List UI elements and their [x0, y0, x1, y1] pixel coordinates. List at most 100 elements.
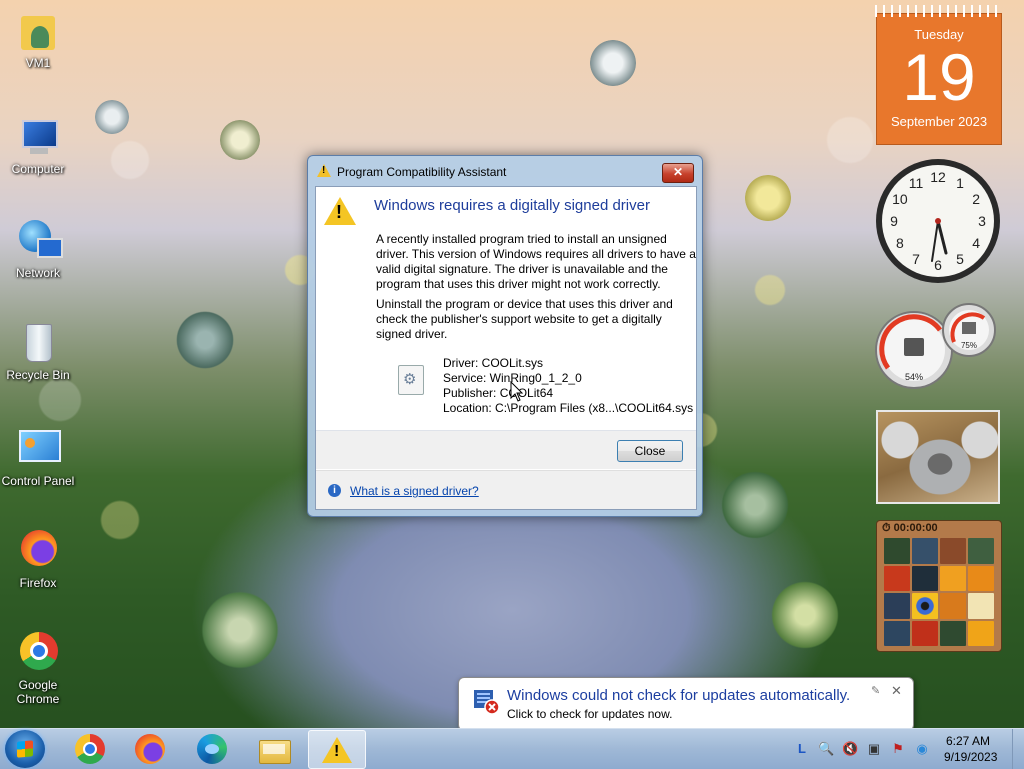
action-center-error-icon[interactable]: ⚑	[890, 741, 906, 757]
puzzle-tile[interactable]	[912, 538, 938, 564]
puzzle-tile[interactable]	[884, 565, 910, 591]
puzzle-tile[interactable]	[968, 620, 994, 646]
desktop-icon-network[interactable]: Network	[0, 218, 76, 280]
clock-numeral: 8	[896, 235, 904, 251]
picture-puzzle-gadget[interactable]: ⏱ 00:00:00	[876, 520, 1002, 652]
tray-app-icon[interactable]: ◉	[914, 741, 930, 757]
desktop-icon-control-panel[interactable]: Control Panel	[0, 426, 76, 488]
taskbar-button-explorer[interactable]	[246, 730, 302, 767]
driver-location: Location: C:\Program Files (x8...\COOLit…	[443, 401, 694, 415]
close-button[interactable]: Close	[617, 440, 683, 462]
wallpaper-flower	[745, 175, 791, 221]
update-notification[interactable]: Windows could not check for updates auto…	[458, 677, 914, 743]
puzzle-tile[interactable]	[940, 565, 966, 591]
warning-icon: !	[322, 735, 352, 765]
taskbar: ! L 🔍 🔇 ▣ ⚑ ◉ 6:27 AM 9/19/2023	[0, 728, 1024, 769]
cpu-meter-gadget[interactable]: 54% 75%	[874, 300, 1000, 392]
mouse-cursor-icon	[510, 381, 524, 402]
calendar-page: Tuesday 19 September 2023	[876, 13, 1002, 145]
dialog-close-x-button[interactable]: ✕	[662, 163, 694, 183]
windows-update-error-icon	[474, 690, 500, 715]
puzzle-tile[interactable]	[912, 620, 938, 646]
taskbar-time[interactable]: 6:27 AM	[946, 734, 990, 748]
user-folder-icon	[15, 8, 61, 54]
puzzle-tile[interactable]	[968, 565, 994, 591]
computer-icon	[15, 114, 61, 160]
compatibility-dialog: Program Compatibility Assistant ✕ Window…	[307, 155, 703, 517]
clock-numeral: 1	[956, 175, 964, 191]
memory-usage-value: 75%	[961, 341, 977, 350]
tray-search-icon[interactable]: 🔍	[818, 741, 834, 757]
tray-l-app-icon[interactable]: L	[794, 741, 810, 757]
clock-numeral: 6	[934, 257, 942, 273]
puzzle-tile[interactable]	[968, 593, 994, 619]
calendar-rings	[875, 5, 1001, 17]
puzzle-tile[interactable]	[968, 538, 994, 564]
driver-name: Driver: COOLit.sys	[443, 356, 544, 370]
desktop-icon-google-chrome[interactable]: Google Chrome	[0, 630, 76, 706]
puzzle-tile[interactable]	[884, 620, 910, 646]
network-icon	[15, 218, 63, 264]
desktop-icon-vm1[interactable]: VM1	[0, 8, 76, 70]
desktop-icon-label: Firefox	[19, 576, 57, 590]
folder-icon	[259, 734, 291, 764]
firefox-icon	[15, 528, 61, 574]
dialog-titlebar[interactable]: Program Compatibility Assistant ✕	[308, 156, 702, 186]
taskbar-button-firefox[interactable]	[122, 730, 178, 767]
calendar-month-year: September 2023	[890, 114, 988, 129]
clock-numeral: 10	[892, 191, 908, 207]
desktop-icon-label: VM1	[25, 56, 51, 70]
chrome-icon	[15, 630, 61, 676]
clock-numeral: 7	[912, 251, 920, 267]
warning-icon	[317, 164, 331, 177]
desktop-icon-firefox[interactable]: Firefox	[0, 528, 76, 590]
desktop-icon-recycle-bin[interactable]: Recycle Bin	[0, 320, 76, 382]
driver-file-icon	[398, 365, 424, 395]
taskbar-date[interactable]: 9/19/2023	[944, 750, 997, 764]
show-desktop-button[interactable]	[1012, 729, 1024, 769]
puzzle-tile[interactable]	[940, 620, 966, 646]
chrome-icon	[75, 734, 105, 764]
clock-numeral: 4	[972, 235, 980, 251]
start-button[interactable]	[5, 730, 45, 768]
edge-icon	[197, 734, 227, 764]
signed-driver-help-link[interactable]: What is a signed driver?	[350, 484, 479, 498]
slideshow-gadget[interactable]	[876, 410, 1000, 504]
puzzle-tile[interactable]	[912, 565, 938, 591]
puzzle-tile[interactable]	[884, 538, 910, 564]
clock-gadget[interactable]: 12 12 3 45678 9 1011	[874, 157, 1002, 285]
notification-close-icon[interactable]: ✕	[891, 683, 902, 699]
control-panel-icon	[15, 426, 61, 472]
network-tray-icon[interactable]: ▣	[866, 741, 882, 757]
taskbar-button-compatibility-assistant[interactable]: !	[308, 730, 366, 769]
cpu-usage-value: 54%	[905, 372, 923, 382]
notification-title: Windows could not check for updates auto…	[507, 687, 851, 704]
taskbar-button-edge[interactable]	[184, 730, 240, 767]
wallpaper-flower	[200, 590, 280, 670]
puzzle-tile[interactable]	[884, 593, 910, 619]
notification-text: Click to check for updates now.	[507, 707, 673, 721]
pin-icon[interactable]: ✎	[871, 684, 880, 697]
wallpaper-flower	[220, 120, 260, 160]
clock-numeral: 11	[909, 175, 924, 191]
clock-numeral: 2	[972, 191, 980, 207]
clock-numeral: 12	[930, 169, 946, 185]
calendar-gadget[interactable]: Tuesday 19 September 2023	[875, 5, 1002, 145]
clock-numeral: 9	[890, 213, 898, 229]
button-bar: Close	[316, 431, 696, 469]
recycle-bin-icon	[15, 320, 61, 366]
dialog-heading: Windows requires a digitally signed driv…	[374, 197, 650, 214]
dialog-content: Windows requires a digitally signed driv…	[315, 186, 697, 510]
puzzle-tile[interactable]	[912, 593, 938, 619]
calendar-day: 19	[902, 40, 976, 114]
driver-publisher: Publisher: COOLit64	[443, 386, 554, 400]
puzzle-timer-value: 00:00:00	[893, 522, 938, 534]
dialog-footer: i What is a signed driver?	[316, 470, 696, 509]
puzzle-tile[interactable]	[940, 538, 966, 564]
volume-muted-icon[interactable]: 🔇	[842, 741, 858, 757]
taskbar-button-chrome[interactable]	[62, 730, 118, 767]
desktop-icon-computer[interactable]: Computer	[0, 114, 76, 176]
dialog-title: Program Compatibility Assistant	[337, 165, 507, 179]
wallpaper-flower	[770, 580, 840, 650]
puzzle-tile[interactable]	[940, 593, 966, 619]
